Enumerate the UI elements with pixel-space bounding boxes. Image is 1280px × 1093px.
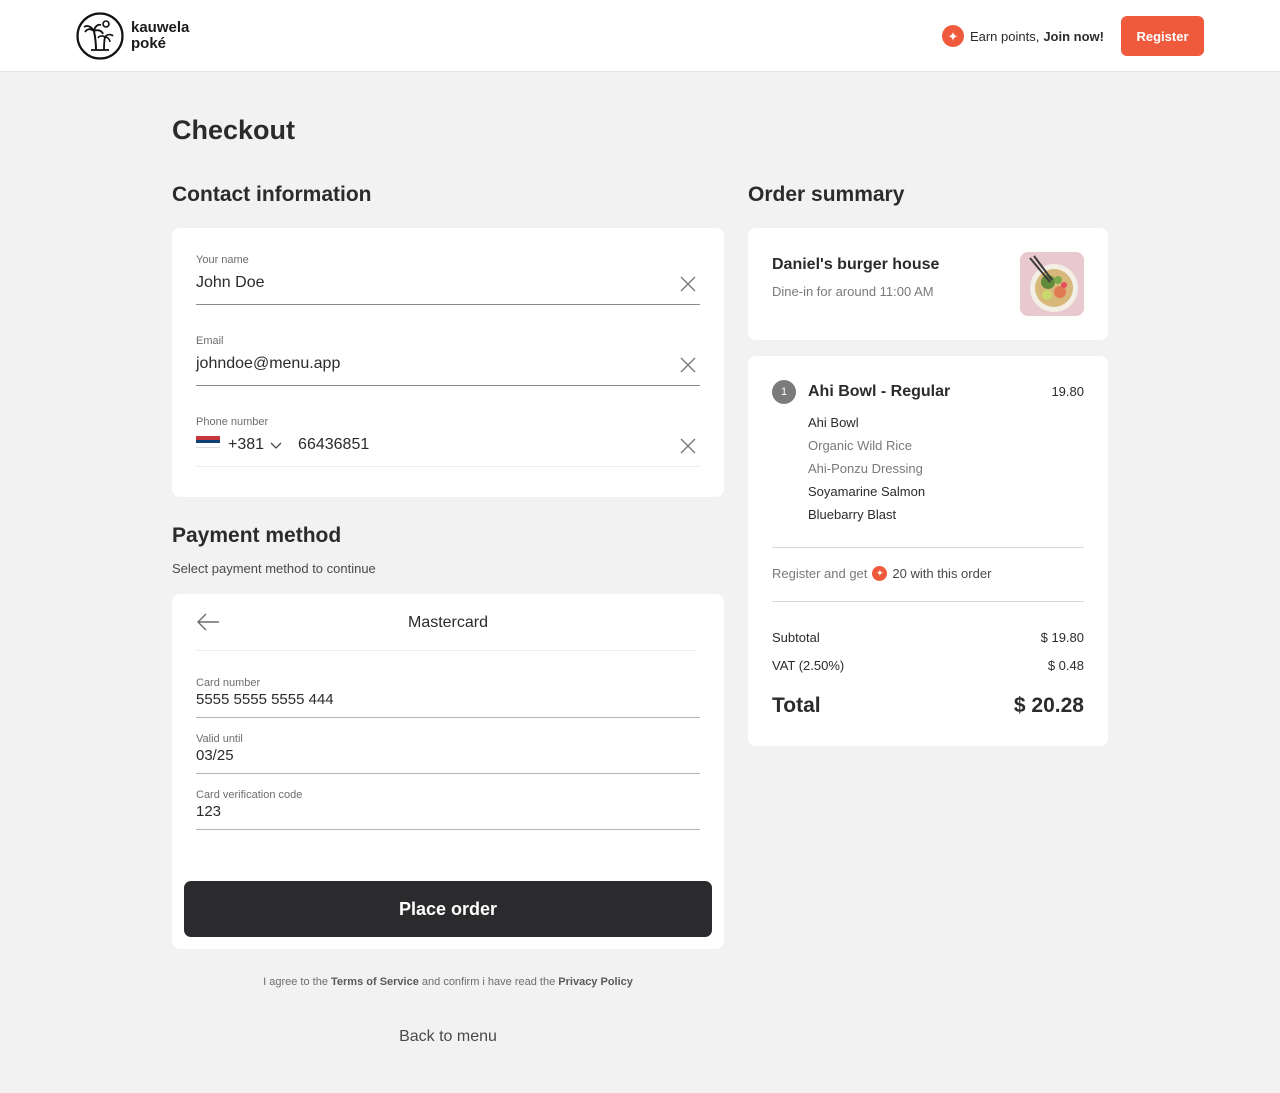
phone-row: +381 66436851: [196, 436, 369, 454]
payment-section-title: Payment method: [172, 524, 342, 547]
vat-value: $ 0.48: [1047, 658, 1084, 673]
subtotal-value: $ 19.80: [1040, 630, 1084, 645]
payment-card: Mastercard Card number 5555 5555 5555 44…: [172, 594, 724, 949]
terms-agreement: I agree to the Terms of Service and conf…: [172, 976, 724, 988]
payment-divider: [196, 650, 696, 651]
country-code-select[interactable]: +381: [228, 436, 264, 454]
total-value: $ 20.28: [1013, 694, 1084, 717]
vat-row: VAT (2.50%) $ 0.48: [772, 658, 1084, 673]
palm-tree-logo-icon: [76, 12, 124, 60]
card-number-input[interactable]: 5555 5555 5555 444: [196, 691, 656, 708]
valid-until-field[interactable]: Valid until 03/25: [196, 733, 700, 774]
payment-method-title: Mastercard: [407, 614, 489, 631]
clear-email-icon[interactable]: [680, 357, 696, 373]
agree-mid-text: and confirm i have read the: [421, 976, 556, 988]
privacy-policy-link[interactable]: Privacy Policy: [558, 976, 633, 988]
email-field[interactable]: Email johndoe@menu.app: [196, 335, 700, 386]
phone-field[interactable]: Phone number +381 66436851: [196, 416, 700, 467]
item-quantity-badge: 1: [772, 380, 796, 404]
register-button[interactable]: Register: [1121, 16, 1204, 56]
agree-pre-text: I agree to the: [263, 976, 328, 988]
total-label: Total: [772, 694, 821, 717]
item-name: Ahi Bowl - Regular: [808, 383, 951, 400]
payment-subtitle: Select payment method to continue: [172, 561, 376, 576]
terms-of-service-link[interactable]: Terms of Service: [331, 976, 419, 988]
modifier-item: Ahi Bowl: [808, 415, 859, 430]
valid-until-label: Valid until: [196, 733, 243, 745]
summary-section-title: Order summary: [748, 183, 905, 206]
contact-section-title: Contact information: [172, 183, 372, 206]
modifier-item: Ahi-Ponzu Dressing: [808, 461, 923, 476]
register-points-text: 20 with this order: [892, 566, 992, 581]
star-points-icon: ✦: [872, 566, 888, 581]
restaurant-name: Daniel's burger house: [772, 256, 940, 273]
name-field[interactable]: Your name John Doe: [196, 254, 700, 305]
name-input[interactable]: John Doe: [196, 274, 656, 292]
register-note-text: Register and get: [772, 566, 868, 581]
brand-name: kauwela poké: [131, 20, 189, 52]
subtotal-label: Subtotal: [772, 630, 820, 645]
modifier-item: Soyamarine Salmon: [808, 484, 926, 499]
brand-name-line2: poké: [131, 35, 167, 52]
cvc-field[interactable]: Card verification code 123: [196, 789, 700, 830]
valid-until-input[interactable]: 03/25: [196, 747, 656, 764]
modifier-item: Organic Wild Rice: [808, 438, 913, 453]
order-items-card: 1 Ahi Bowl - Regular 19.80 Ahi Bowl Orga…: [748, 356, 1108, 746]
page-title: Checkout: [172, 115, 296, 145]
email-input[interactable]: johndoe@menu.app: [196, 355, 656, 373]
item-price: 19.80: [1051, 384, 1084, 399]
summary-divider: [772, 547, 1084, 548]
card-number-label: Card number: [196, 677, 261, 689]
register-points-note: Register and get ✦ 20 with this order: [772, 566, 991, 581]
place-order-button[interactable]: Place order: [184, 881, 712, 937]
chevron-down-icon[interactable]: [270, 439, 282, 451]
email-label: Email: [196, 335, 224, 347]
clear-phone-icon[interactable]: [680, 438, 696, 454]
name-label: Your name: [196, 254, 249, 266]
earn-points-text: Earn points,: [969, 28, 1040, 44]
brand-name-line1: kauwela: [131, 19, 190, 36]
brand-logo[interactable]: kauwela poké: [76, 12, 189, 60]
clear-name-icon[interactable]: [680, 276, 696, 292]
summary-divider: [772, 601, 1084, 602]
restaurant-card: Daniel's burger house Dine-in for around…: [748, 228, 1108, 340]
item-modifiers-list: Ahi Bowl Organic Wild Rice Ahi-Ponzu Dre…: [808, 414, 925, 529]
top-header: kauwela poké ✦ Earn points, Join now! Re…: [0, 0, 1280, 72]
cvc-label: Card verification code: [196, 789, 303, 801]
serbia-flag-icon: [196, 436, 220, 449]
join-now-link[interactable]: Join now!: [1043, 29, 1104, 44]
cvc-input[interactable]: 123: [196, 803, 656, 820]
contact-card: Your name John Doe Email johndoe@menu.ap…: [172, 228, 724, 497]
subtotal-row: Subtotal $ 19.80: [772, 630, 1084, 645]
back-to-menu-link[interactable]: Back to menu: [172, 1028, 724, 1046]
vat-label: VAT (2.50%): [772, 658, 845, 673]
dine-in-time: Dine-in for around 11:00 AM: [772, 284, 934, 299]
modifier-item: Bluebarry Blast: [808, 507, 897, 522]
poke-bowl-image: [1020, 252, 1084, 316]
phone-label: Phone number: [196, 416, 269, 428]
phone-input[interactable]: 66436851: [298, 436, 369, 454]
earn-points-promo[interactable]: ✦ Earn points, Join now!: [941, 25, 1104, 47]
total-row: Total $ 20.28: [772, 694, 1084, 718]
card-number-field[interactable]: Card number 5555 5555 5555 444: [196, 677, 700, 718]
star-points-icon: ✦: [941, 25, 964, 47]
